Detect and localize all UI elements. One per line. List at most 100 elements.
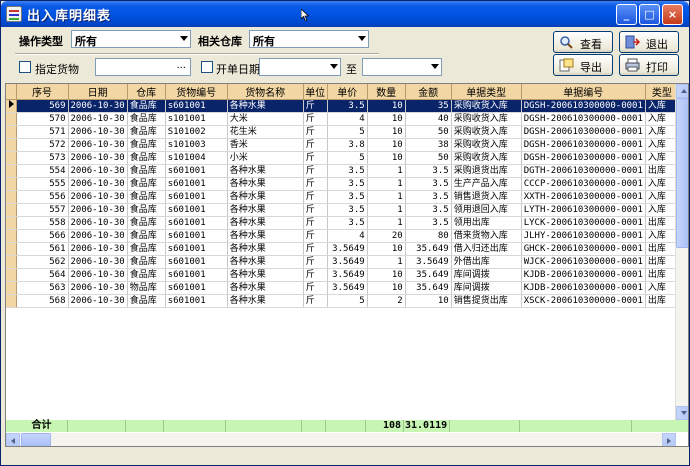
minimize-button[interactable]: _ <box>616 4 637 25</box>
op-type-select[interactable]: 所有 <box>71 30 191 48</box>
table-cell[interactable]: S101002 <box>165 125 228 139</box>
table-cell[interactable]: 食品库 <box>127 255 166 269</box>
table-cell[interactable]: 斤 <box>303 164 328 178</box>
table-cell[interactable]: KJDB-200610300000-0001 <box>521 281 646 295</box>
table-cell[interactable]: 2006-10-30 <box>68 268 128 282</box>
table-cell[interactable]: 3.8 <box>327 138 368 152</box>
row-indicator[interactable] <box>6 203 17 217</box>
col-header[interactable]: 单据编号 <box>521 84 646 100</box>
table-cell[interactable]: 10 <box>367 125 406 139</box>
table-cell[interactable]: 食品库 <box>127 138 166 152</box>
query-button[interactable]: 查看 <box>553 31 613 53</box>
table-cell[interactable]: 采购收货入库 <box>451 138 522 152</box>
col-header[interactable]: 单位 <box>303 84 328 100</box>
table-cell[interactable]: 570 <box>16 112 69 126</box>
table-cell[interactable]: 40 <box>405 112 452 126</box>
table-cell[interactable]: 斤 <box>303 268 328 282</box>
table-cell[interactable]: 1 <box>367 203 406 217</box>
table-cell[interactable]: DGSH-200610300000-0001 <box>521 112 646 126</box>
table-cell[interactable]: 50 <box>405 151 452 165</box>
table-cell[interactable]: 2006-10-30 <box>68 125 128 139</box>
table-row[interactable]: 570 2006-10-30 食品库 s101001 大米斤 4 10 40 采购收货入库 DGS… <box>6 112 679 126</box>
table-cell[interactable]: 5 <box>327 294 368 308</box>
table-row[interactable]: 561 2006-10-30 食品库 s601001 各种水果斤 3.5649 10 35.6… <box>6 242 679 256</box>
warehouse-select[interactable]: 所有 <box>249 30 369 48</box>
row-indicator[interactable] <box>6 138 17 152</box>
table-cell[interactable]: 3.5 <box>327 164 368 178</box>
table-cell[interactable]: 斤 <box>303 138 328 152</box>
table-cell[interactable]: 35.649 <box>405 242 452 256</box>
table-cell[interactable]: 50 <box>405 125 452 139</box>
col-header[interactable]: 金额 <box>405 84 452 100</box>
date-to-picker[interactable] <box>362 58 442 76</box>
table-cell[interactable]: 入库 <box>645 203 679 217</box>
table-cell[interactable]: 食品库 <box>127 203 166 217</box>
table-cell[interactable]: 销售提货出库 <box>451 294 522 308</box>
table-cell[interactable]: 外借出库 <box>451 255 522 269</box>
table-cell[interactable]: 斤 <box>303 203 328 217</box>
row-indicator[interactable] <box>6 268 17 282</box>
table-cell[interactable]: 4 <box>327 112 368 126</box>
table-cell[interactable]: 3.5 <box>327 203 368 217</box>
table-cell[interactable]: 2006-10-30 <box>68 112 128 126</box>
col-header[interactable]: 日期 <box>68 84 128 100</box>
table-cell[interactable]: DGSH-200610300000-0001 <box>521 151 646 165</box>
table-cell[interactable]: 入库 <box>645 125 679 139</box>
table-cell[interactable]: 斤 <box>303 281 328 295</box>
table-cell[interactable]: 采购收货入库 <box>451 125 522 139</box>
table-cell[interactable]: 各种水果 <box>227 203 304 217</box>
col-header[interactable]: 单价 <box>327 84 368 100</box>
table-cell[interactable]: 572 <box>16 138 69 152</box>
col-header[interactable]: 单据类型 <box>451 84 522 100</box>
table-cell[interactable]: s601001 <box>165 229 228 243</box>
table-cell[interactable]: 入库 <box>645 112 679 126</box>
table-cell[interactable]: 食品库 <box>127 216 166 230</box>
table-cell[interactable]: 各种水果 <box>227 164 304 178</box>
table-cell[interactable]: 食品库 <box>127 268 166 282</box>
table-cell[interactable]: 出库 <box>645 164 679 178</box>
table-cell[interactable]: 1 <box>367 255 406 269</box>
table-cell[interactable]: GHCK-200610300000-0001 <box>521 242 646 256</box>
table-cell[interactable]: 38 <box>405 138 452 152</box>
table-cell[interactable]: 各种水果 <box>227 268 304 282</box>
table-cell[interactable]: 领用出库 <box>451 216 522 230</box>
table-cell[interactable]: 食品库 <box>127 99 166 113</box>
table-row[interactable]: 571 2006-10-30 食品库 S101002 花生米斤 5 10 50 采购收货入库 DG… <box>6 125 679 139</box>
scroll-down-button[interactable] <box>676 406 688 420</box>
goods-checkbox[interactable] <box>19 61 31 73</box>
table-cell[interactable]: 入库 <box>645 151 679 165</box>
table-cell[interactable]: 大米 <box>227 112 304 126</box>
row-indicator[interactable] <box>6 151 17 165</box>
maximize-button[interactable]: □ <box>639 4 660 25</box>
table-cell[interactable]: 入库 <box>645 190 679 204</box>
table-cell[interactable]: 3.5649 <box>327 281 368 295</box>
table-cell[interactable]: CCCP-200610300000-0001 <box>521 177 646 191</box>
table-cell[interactable]: 入库 <box>645 177 679 191</box>
table-cell[interactable]: 出库 <box>645 294 679 308</box>
col-header[interactable]: 序号 <box>16 84 69 100</box>
table-cell[interactable]: 各种水果 <box>227 229 304 243</box>
table-row[interactable]: 562 2006-10-30 食品库 s601001 各种水果斤 3.5649 1 3.564… <box>6 255 679 269</box>
table-cell[interactable]: 2006-10-30 <box>68 138 128 152</box>
table-cell[interactable]: KJDB-200610300000-0001 <box>521 268 646 282</box>
table-cell[interactable]: 35 <box>405 99 452 113</box>
table-cell[interactable]: LYCK-200610300000-0001 <box>521 216 646 230</box>
table-cell[interactable]: 20 <box>367 229 406 243</box>
table-cell[interactable]: 斤 <box>303 125 328 139</box>
row-indicator[interactable] <box>6 242 17 256</box>
table-cell[interactable]: 3.5649 <box>405 255 452 269</box>
table-cell[interactable]: 食品库 <box>127 125 166 139</box>
scroll-left-button[interactable] <box>6 433 20 446</box>
table-row[interactable]: 573 2006-10-30 食品库 s101004 小米斤 5 10 50 采购收货入库 DGS… <box>6 151 679 165</box>
table-cell[interactable]: 各种水果 <box>227 99 304 113</box>
table-cell[interactable]: 2006-10-30 <box>68 255 128 269</box>
table-cell[interactable]: 568 <box>16 294 69 308</box>
print-button[interactable]: 打印 <box>619 54 679 76</box>
table-cell[interactable]: 各种水果 <box>227 294 304 308</box>
table-cell[interactable]: 各种水果 <box>227 255 304 269</box>
table-row[interactable]: 572 2006-10-30 食品库 s101003 香米斤 3.8 10 38 采购收货入库 D… <box>6 138 679 152</box>
table-cell[interactable]: 558 <box>16 216 69 230</box>
table-cell[interactable]: s601001 <box>165 242 228 256</box>
table-cell[interactable]: 554 <box>16 164 69 178</box>
table-row[interactable]: 569 2006-10-30 食品库 s601001 各种水果斤 3.5 10 35 采购收货入… <box>6 99 679 113</box>
